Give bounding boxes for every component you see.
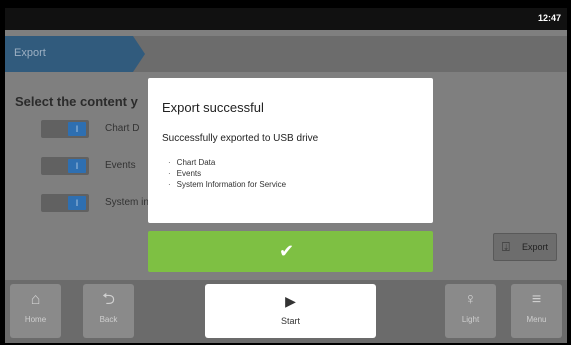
page-heading: Select the content y [15, 94, 138, 109]
breadcrumb-bar: Export [5, 36, 567, 72]
list-item: Events [168, 168, 286, 179]
menu-button[interactable]: ≡ Menu [511, 284, 562, 338]
export-success-dialog: Export successful Successfully exported … [148, 78, 433, 223]
option-label-events: Events [105, 160, 136, 171]
home-label: Home [24, 315, 47, 324]
lightbulb-icon: ♀ [464, 291, 477, 308]
breadcrumb-label: Export [14, 47, 46, 59]
menu-label: Menu [526, 315, 547, 324]
breadcrumb-export[interactable]: Export [5, 36, 145, 72]
play-icon: ▶ [285, 293, 296, 309]
checkmark-icon: ✔ [279, 241, 295, 261]
device-screen: 12:47 Export Select the content y I Char… [5, 8, 567, 343]
toggle-events[interactable]: I [41, 157, 89, 175]
home-icon: ⌂ [30, 291, 41, 308]
hamburger-menu-icon: ≡ [531, 291, 542, 308]
dialog-title: Export successful [162, 100, 264, 115]
list-item: System Information for Service [168, 179, 286, 190]
start-label: Start [280, 316, 300, 326]
exported-items-list: Chart Data Events System Information for… [168, 157, 286, 190]
clock: 12:47 [537, 13, 561, 23]
export-page: Export Select the content y I Chart D I … [5, 30, 567, 280]
toggle-knob: I [68, 122, 86, 136]
toggle-knob: I [68, 196, 86, 210]
light-button[interactable]: ♀ Light [445, 284, 496, 338]
back-arrow-icon: ⮌ [102, 291, 115, 308]
export-button-label: Export [522, 242, 549, 252]
list-item: Chart Data [168, 157, 286, 168]
light-label: Light [461, 315, 480, 324]
bottom-navigation: ⌂ Home ⮌ Back ▶ Start ♀ Light ≡ Menu [5, 280, 567, 343]
toggle-chart-data[interactable]: I [41, 120, 89, 138]
back-button[interactable]: ⮌ Back [83, 284, 134, 338]
status-bar: 12:47 [5, 8, 567, 30]
confirm-button[interactable]: ✔ [148, 231, 433, 272]
back-label: Back [99, 315, 118, 324]
dialog-message: Successfully exported to USB drive [162, 133, 319, 144]
toggle-system-info[interactable]: I [41, 194, 89, 212]
option-label-chart-data: Chart D [105, 123, 140, 134]
home-button[interactable]: ⌂ Home [10, 284, 61, 338]
toggle-knob: I [68, 159, 86, 173]
start-button[interactable]: ▶ Start [205, 284, 376, 338]
export-button[interactable]: ⍗ Export [493, 233, 557, 261]
usb-export-icon: ⍗ [502, 239, 510, 254]
